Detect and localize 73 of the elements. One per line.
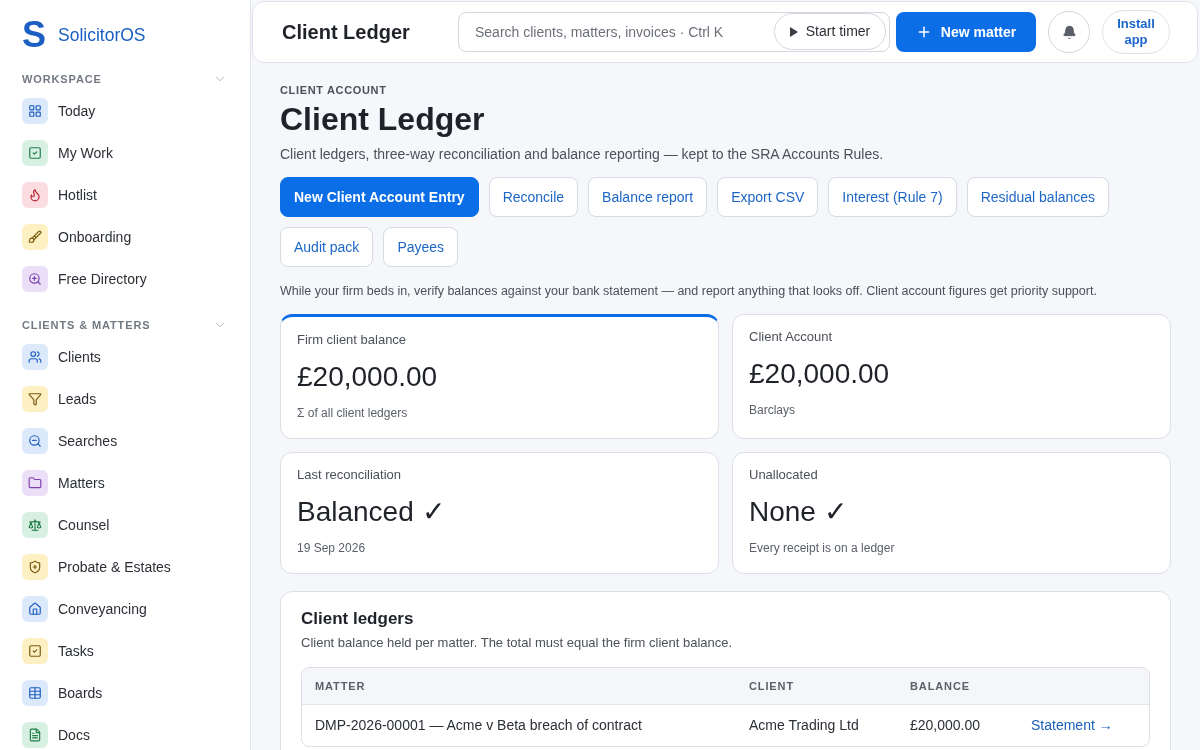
- nav-item[interactable]: Docs: [22, 714, 228, 750]
- action-button[interactable]: Residual balances: [966, 177, 1110, 217]
- nav-item[interactable]: My Work: [22, 132, 228, 174]
- brush-icon: [22, 224, 48, 250]
- stat-note: Every receipt is on a ledger: [749, 540, 895, 557]
- notice-text: While your firm beds in, verify balances against your bank statement — and report anything that looks off. Client account figures get priority support.: [280, 282, 1097, 300]
- action-button[interactable]: Balance report: [588, 177, 708, 217]
- stat-label: Client Account: [749, 328, 833, 347]
- nav-item[interactable]: Leads: [22, 378, 228, 420]
- stat-value: £20,000.00: [297, 360, 438, 394]
- section-title: Client ledgers: [301, 608, 414, 631]
- section-label: CLIENT ACCOUNT: [280, 82, 387, 98]
- nav-item[interactable]: Searches: [22, 420, 228, 462]
- shield-plus-icon: [22, 554, 48, 580]
- nav-item[interactable]: Today: [22, 90, 228, 132]
- brand-name: SolicitorOS: [58, 23, 146, 47]
- bell-icon: [1061, 24, 1077, 40]
- folder-icon: [22, 470, 48, 496]
- header-title: Client Ledger: [282, 21, 410, 43]
- grid-icon: [22, 98, 48, 124]
- page-heading: Client Ledger: [280, 100, 485, 139]
- stat-value: Balanced ✓: [297, 495, 445, 529]
- table-cell-text: £20,000.00: [910, 716, 981, 735]
- check-square-icon: [22, 638, 48, 664]
- nav-item[interactable]: Free Directory: [22, 258, 228, 300]
- stat-label: Last reconciliation: [297, 466, 402, 485]
- nav-item[interactable]: Clients: [22, 336, 228, 378]
- users-icon: [22, 344, 48, 370]
- section-heading: WORKSPACE: [22, 71, 102, 87]
- action-button[interactable]: Export CSV: [717, 177, 819, 217]
- action-button[interactable]: Payees: [383, 227, 459, 267]
- action-button[interactable]: Audit pack: [280, 227, 374, 267]
- column-header: BALANCE: [910, 678, 970, 694]
- nav-item[interactable]: Hotlist: [22, 174, 228, 216]
- stat-value: £20,000.00: [749, 357, 890, 391]
- house-icon: [22, 596, 48, 622]
- table-cell-text: Acme Trading Ltd: [749, 716, 859, 735]
- notifications-button[interactable]: [1048, 11, 1090, 53]
- action-button[interactable]: New Client Account Entry: [280, 177, 479, 217]
- flame-icon: [22, 182, 48, 208]
- statement-link[interactable]: Statement →: [1031, 715, 1113, 736]
- stat-note: Σ of all client ledgers: [297, 405, 408, 422]
- zoom-in-icon: [22, 266, 48, 292]
- check-square-icon: [22, 140, 48, 166]
- nav-item[interactable]: Boards: [22, 672, 228, 714]
- install-app-button[interactable]: Install app: [1102, 10, 1170, 54]
- logo-mark: S: [22, 17, 46, 53]
- zoom-out-icon: [22, 428, 48, 454]
- funnel-icon: [22, 386, 48, 412]
- nav-item[interactable]: Conveyancing: [22, 588, 228, 630]
- section-heading: CLIENTS & MATTERS: [22, 317, 151, 333]
- new-matter-button[interactable]: New matter: [896, 12, 1036, 52]
- play-icon: [789, 26, 798, 37]
- nav-item[interactable]: Probate & Estates: [22, 546, 228, 588]
- stat-label: Firm client balance: [297, 331, 407, 350]
- column-header: MATTER: [315, 678, 366, 694]
- section-description: Client balance held per matter. The total must equal the firm client balance.: [301, 634, 733, 653]
- stat-label: Unallocated: [749, 466, 818, 485]
- nav-item[interactable]: Counsel: [22, 504, 228, 546]
- stat-note: 19 Sep 2026: [297, 540, 366, 557]
- action-button[interactable]: Reconcile: [488, 177, 579, 217]
- table-cell-text: DMP-2026-00001 — Acme v Beta breach of contract: [315, 716, 642, 735]
- column-header: CLIENT: [749, 678, 794, 694]
- stat-note: Barclays: [749, 402, 795, 419]
- stat-value: None ✓: [749, 495, 847, 529]
- page-description: Client ledgers, three-way reconciliation and balance reporting — kept to the SRA Accounts Rules.: [280, 144, 884, 164]
- start-timer-button[interactable]: Start timer: [774, 13, 886, 50]
- action-button[interactable]: Interest (Rule 7): [828, 177, 957, 217]
- nav-item[interactable]: Tasks: [22, 630, 228, 672]
- nav-item[interactable]: Onboarding: [22, 216, 228, 258]
- scales-icon: [22, 512, 48, 538]
- table-icon: [22, 680, 48, 706]
- nav-item[interactable]: Matters: [22, 462, 228, 504]
